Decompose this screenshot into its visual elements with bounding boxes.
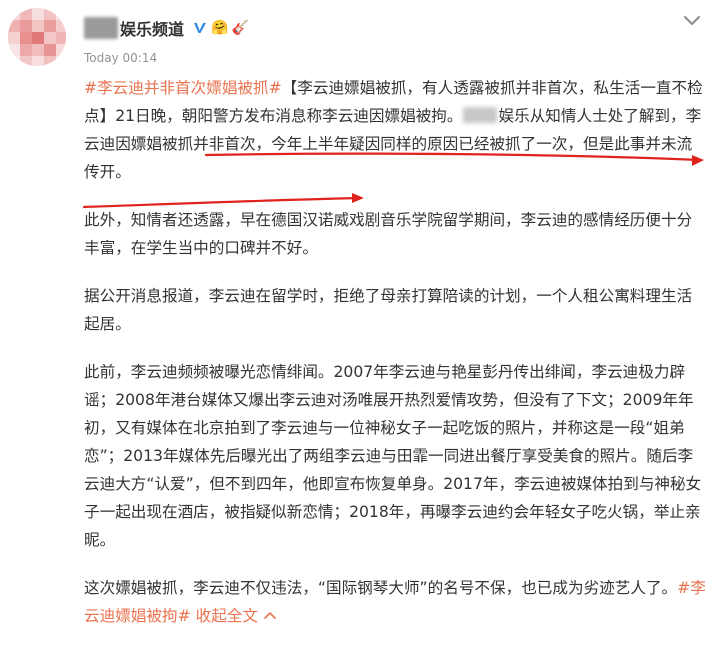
author-row: 娱乐频道 🤗 🎸 — [84, 14, 249, 42]
paragraph-2: 此外，知情者还透露，早在德国汉诺威戏剧音乐学院留学期间，李云迪的感情经历便十分丰… — [84, 211, 693, 257]
avatar[interactable] — [8, 8, 66, 66]
author-name[interactable]: 娱乐频道 — [120, 16, 184, 40]
verified-v-icon — [194, 23, 207, 33]
author-name-redacted — [84, 17, 118, 39]
hug-emoji-icon: 🤗 — [211, 20, 229, 36]
paragraph-5-text: 这次嫖娼被抓，李云迪不仅违法，“国际钢琴大师”的名号不保，也已成为劣迹艺人了。 — [84, 579, 678, 597]
collapse-text-link[interactable]: 收起全文 — [196, 607, 277, 625]
chevron-up-icon — [264, 612, 276, 619]
paragraph-5: 这次嫖娼被抓，李云迪不仅违法，“国际钢琴大师”的名号不保，也已成为劣迹艺人了。#… — [84, 574, 706, 630]
post-timestamp[interactable]: Today 00:14 — [84, 51, 157, 65]
guitar-emoji-icon: 🎸 — [231, 20, 249, 36]
redacted-source — [462, 107, 497, 123]
topic-tag-not-first-time[interactable]: #李云迪并非首次嫖娼被抓# — [84, 79, 282, 97]
post-body: #李云迪并非首次嫖娼被抓#【李云迪嫖娼被抓，有人透露被抓并非首次，私生活一直不检… — [84, 74, 706, 630]
paragraph-1: #李云迪并非首次嫖娼被抓#【李云迪嫖娼被抓，有人透露被抓并非首次，私生活一直不检… — [84, 74, 706, 186]
chevron-down-icon[interactable] — [681, 12, 703, 30]
paragraph-4: 此前，李云迪频频被曝光恋情绯闻。2007年李云迪与艳星彭丹传出绯闻，李云迪极力辟… — [84, 363, 702, 549]
paragraph-3: 据公开消息报道，李云迪在留学时，拒绝了母亲打算陪读的计划，一个人租公寓料理生活起… — [84, 287, 693, 333]
collapse-label: 收起全文 — [195, 607, 258, 625]
